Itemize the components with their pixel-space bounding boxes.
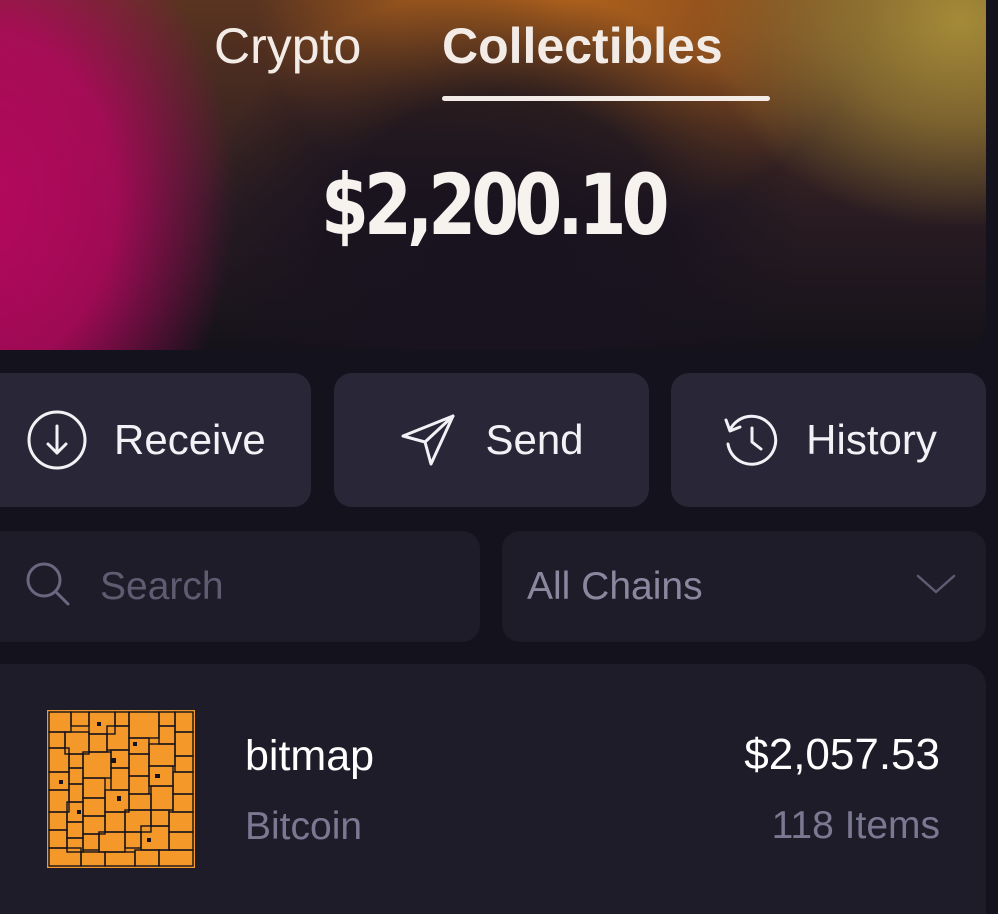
send-label: Send — [485, 416, 584, 463]
active-tab-indicator — [442, 96, 770, 101]
collection-chain: Bitcoin — [245, 805, 363, 848]
receive-button[interactable]: Receive — [0, 373, 311, 507]
collection-item-count: 118 Items — [771, 804, 940, 847]
search-input[interactable] — [98, 563, 442, 610]
collection-thumbnail — [47, 710, 195, 868]
tab-crypto[interactable]: Crypto — [214, 14, 361, 78]
history-button[interactable]: History — [671, 373, 986, 507]
history-label: History — [806, 416, 937, 463]
tab-collectibles[interactable]: Collectibles — [442, 14, 723, 78]
send-button[interactable]: Send — [334, 373, 649, 507]
chain-filter-value: All Chains — [527, 564, 703, 608]
balance-header: Crypto Collectibles $2,200.10 — [0, 0, 986, 350]
chain-filter-dropdown[interactable]: All Chains — [502, 531, 986, 642]
receive-label: Receive — [114, 416, 266, 463]
collection-name: bitmap — [245, 732, 375, 780]
collection-value: $2,057.53 — [744, 730, 940, 779]
asset-tabs: Crypto Collectibles — [0, 14, 986, 104]
collection-row-bitmap[interactable]: bitmap Bitcoin $2,057.53 118 Items — [0, 664, 986, 914]
search-box — [0, 531, 480, 642]
search-icon — [24, 560, 72, 613]
total-balance: $2,200.10 — [321, 156, 669, 254]
paper-plane-icon — [399, 412, 459, 468]
arrow-down-circle-icon — [26, 409, 88, 471]
chevron-down-icon — [916, 573, 956, 600]
history-clock-icon — [720, 410, 780, 470]
